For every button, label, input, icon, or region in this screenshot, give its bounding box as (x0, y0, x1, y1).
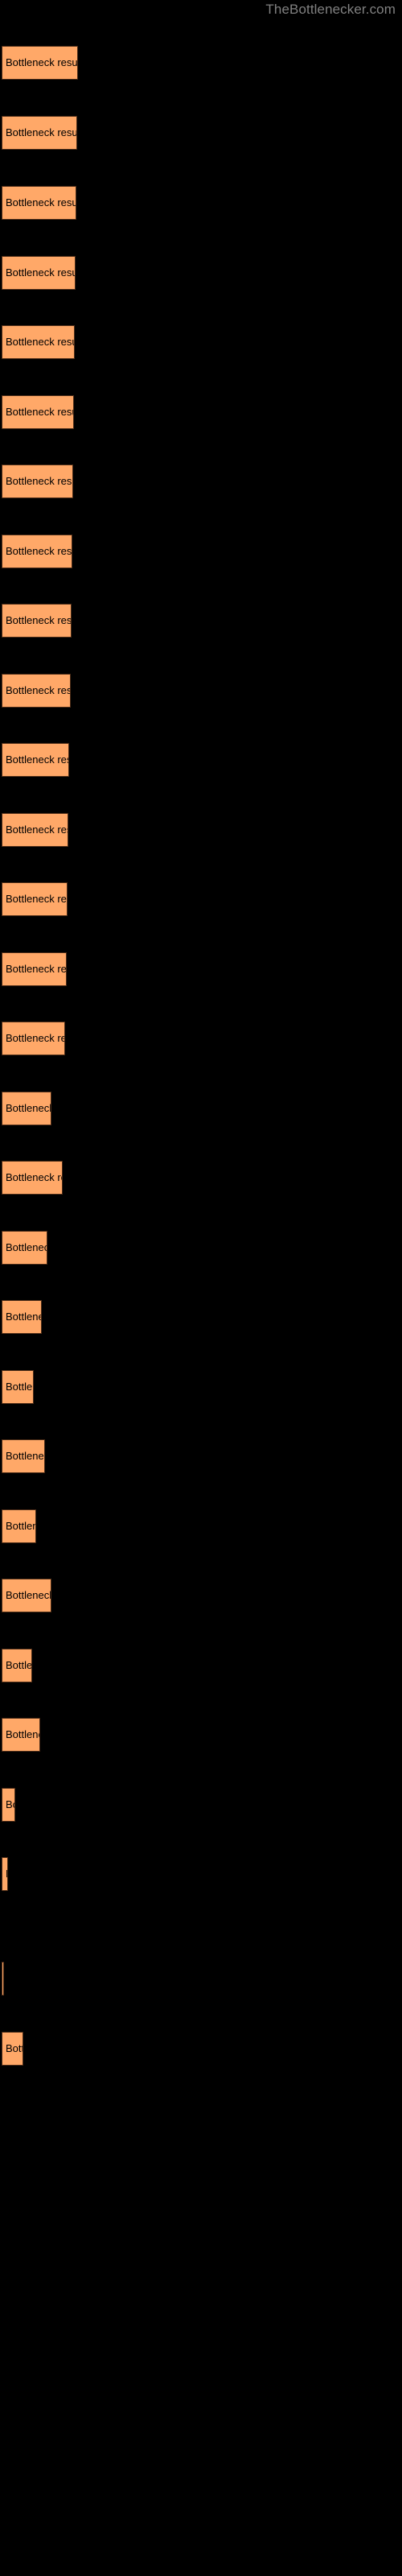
bar[interactable]: Bottleneck result (2, 1962, 4, 1996)
bar-label: Bottleneck result (6, 753, 68, 766)
bar-label: Bottleneck result (6, 1102, 51, 1114)
bar[interactable]: Bottleneck result (2, 256, 76, 290)
bar-label: Bottleneck result (6, 1171, 62, 1183)
bar[interactable]: Bottleneck result (2, 882, 68, 916)
bar-label: Bottleneck result (6, 963, 67, 975)
bar[interactable]: Bottleneck result (2, 604, 72, 638)
bar[interactable]: Bottleneck result (2, 743, 69, 777)
bar[interactable]: Bottleneck result (2, 1649, 32, 1682)
bar[interactable]: Bottleneck result (2, 395, 74, 429)
bar-label: Bottleneck result (6, 2042, 23, 2054)
bar[interactable]: Bottleneck result (2, 1509, 36, 1543)
bar-label: Bottleneck result (6, 1868, 7, 1880)
bar-label: Bottleneck result (6, 475, 72, 487)
bar-label: Bottleneck result (6, 1032, 64, 1044)
bar-label: Bottleneck result (6, 614, 72, 626)
bar-label: Bottleneck result (6, 406, 73, 418)
bar[interactable]: Bottleneck result (2, 46, 78, 80)
bar-label: Bottleneck result (6, 893, 67, 905)
bar[interactable]: Bottleneck result (2, 1857, 8, 1891)
bar-label: Bottleneck result (6, 1589, 51, 1601)
bar-label: Bottleneck result (6, 824, 68, 836)
bar-label: Bottleneck result (6, 1728, 39, 1740)
bar[interactable]: Bottleneck result (2, 535, 72, 568)
bar-label: Bottleneck result (6, 126, 77, 138)
bar[interactable]: Bottleneck result (2, 116, 77, 150)
bar[interactable]: Bottleneck result (2, 1439, 45, 1473)
bar[interactable]: Bottleneck result (2, 1092, 51, 1125)
bar-label: Bottleneck result (6, 1381, 33, 1393)
bar[interactable]: Bottleneck result (2, 2032, 23, 2066)
bar[interactable]: Bottleneck result (2, 325, 75, 359)
bar[interactable]: Bottleneck result (2, 464, 73, 498)
bar-series-container: Bottleneck result Bottleneck result Bottle… (0, 0, 402, 2576)
bar-label: Bottleneck result (6, 56, 78, 68)
bar-label: Bottleneck result (6, 196, 76, 208)
bar-label: Bottleneck result (6, 684, 71, 696)
bar-label: Bottleneck result (6, 1520, 35, 1532)
bar[interactable]: Bottleneck result (2, 813, 68, 847)
bar[interactable]: Bottleneck result (2, 186, 76, 220)
bar-label: Bottleneck result (6, 545, 72, 557)
bar[interactable]: Bottleneck result (2, 1718, 40, 1752)
bar-label: Bottleneck result (6, 1659, 32, 1671)
bar-label: Bottleneck result (6, 1241, 47, 1253)
bar-label: Bottleneck result (6, 1311, 41, 1323)
bar[interactable]: Bottleneck result (2, 1300, 42, 1334)
bar-label: Bottleneck result (6, 1450, 44, 1462)
bar-label: Bottleneck result (6, 336, 74, 348)
bottleneck-bar-chart: TheBottlenecker.com Bottleneck result Bot… (0, 0, 402, 2576)
bar[interactable]: Bottleneck result (2, 1231, 47, 1265)
bar[interactable]: Bottleneck result (2, 1788, 15, 1822)
bar-label: Bottleneck result (6, 1798, 14, 1810)
bar[interactable]: Bottleneck result (2, 1161, 63, 1195)
bar[interactable]: Bottleneck result (2, 1022, 65, 1055)
bar[interactable]: Bottleneck result (2, 1579, 51, 1612)
bar[interactable]: Bottleneck result (2, 952, 67, 986)
bar-label: Bottleneck result (6, 266, 76, 279)
bar[interactable]: Bottleneck result (2, 1370, 34, 1404)
bar[interactable]: Bottleneck result (2, 674, 71, 708)
